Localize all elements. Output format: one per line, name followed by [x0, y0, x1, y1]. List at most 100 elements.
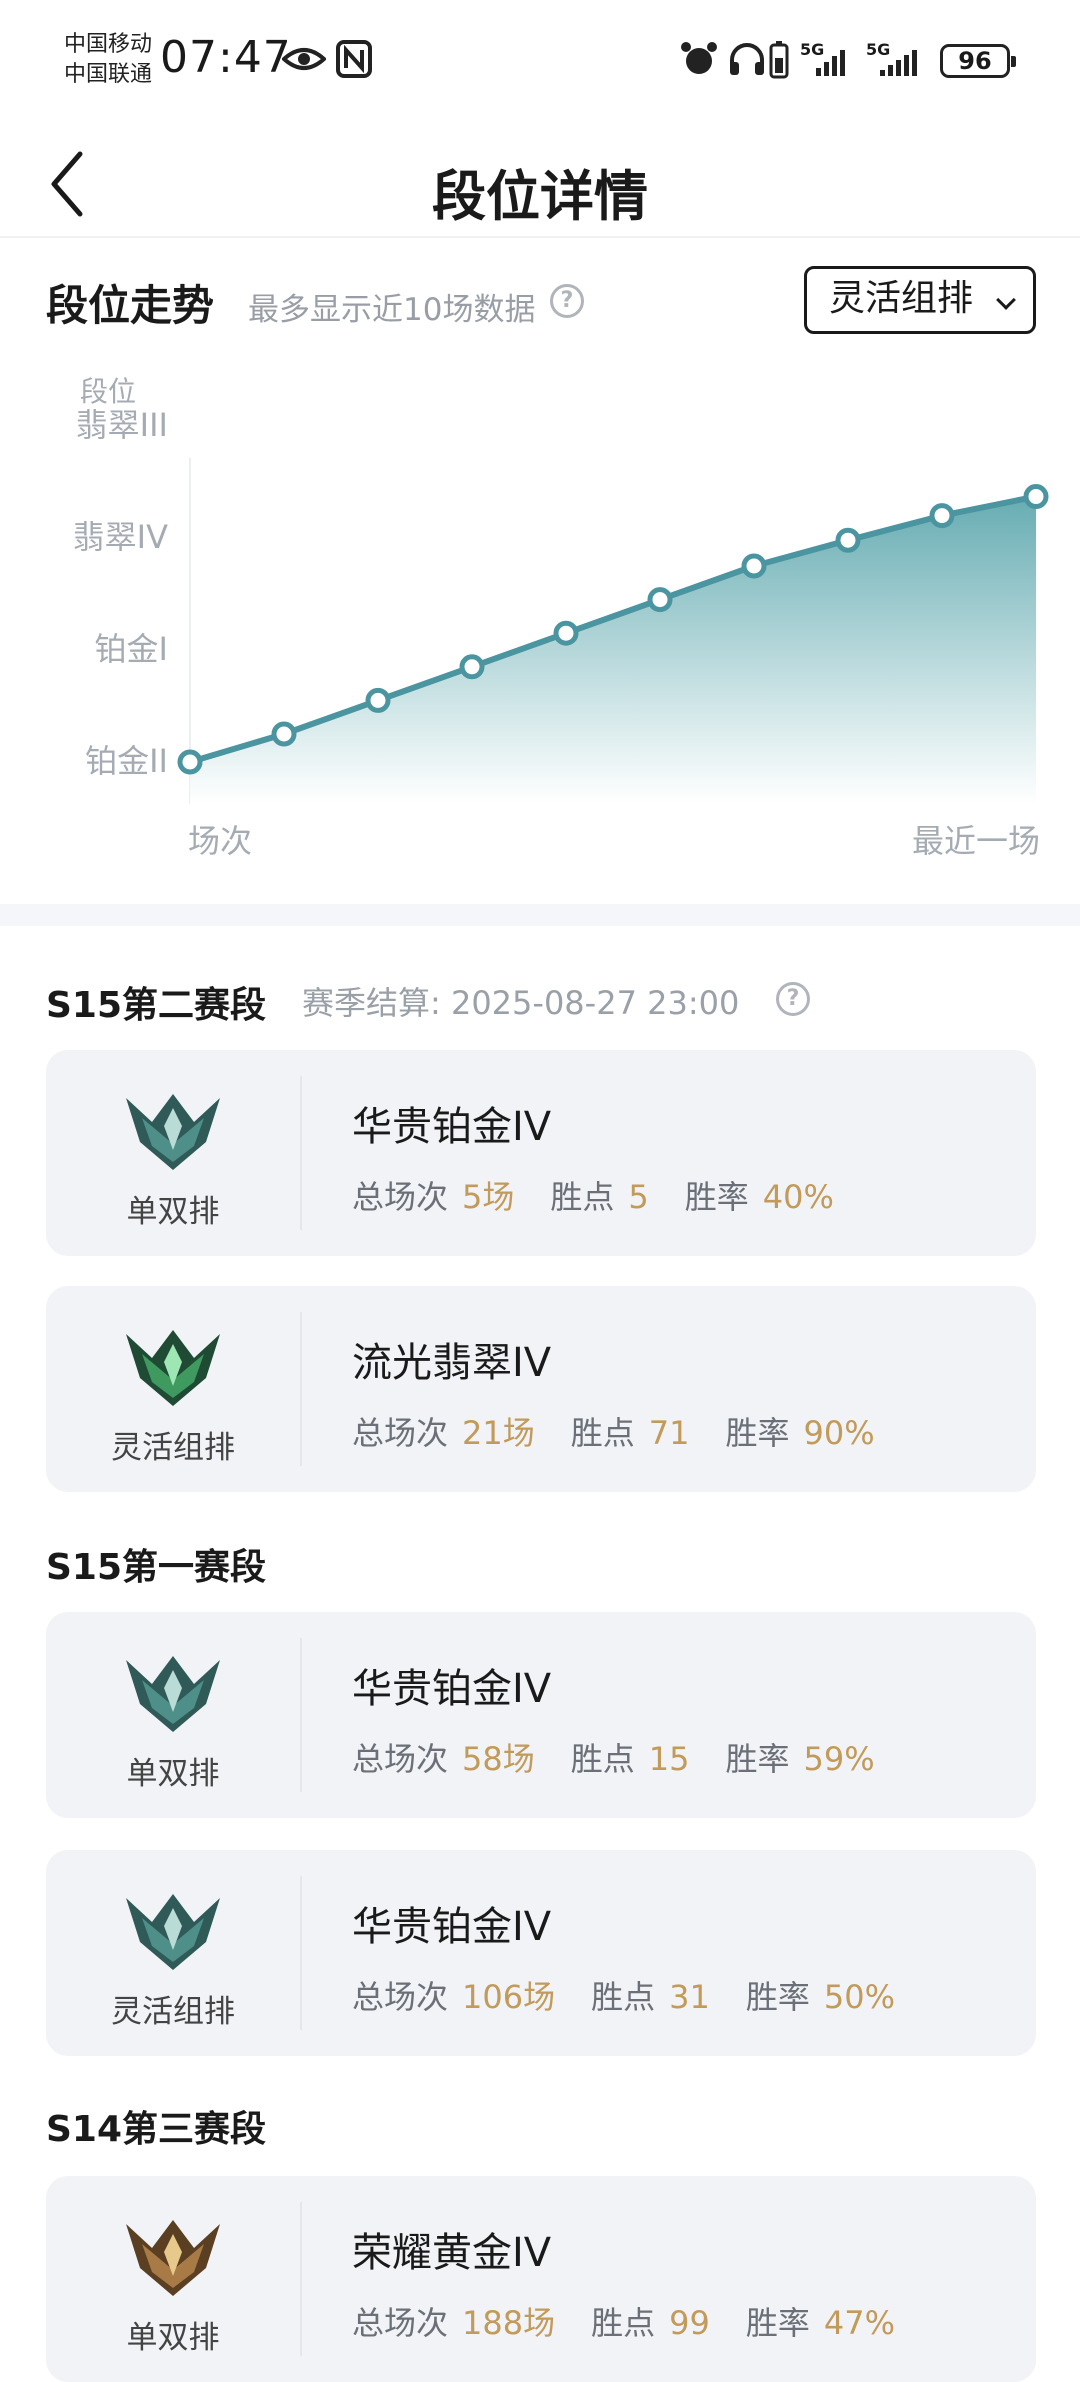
- season-title: S15第一赛段: [46, 1547, 267, 1588]
- chart-data-point: [929, 503, 955, 529]
- queue-block: 单双排: [46, 1612, 300, 1818]
- games-value: 188场: [462, 2304, 556, 2342]
- chart-x-end-label: 最近一场: [912, 822, 1040, 860]
- carrier-1: 中国移动: [64, 32, 153, 57]
- platinum-emblem-icon: [126, 1656, 220, 1732]
- card-divider: [300, 1312, 302, 1466]
- chart-y-tick-label: 翡翠IV: [73, 518, 168, 556]
- card-divider: [300, 1876, 302, 2030]
- battery-indicator: 96: [940, 44, 1016, 78]
- winrate-label: 胜率: [745, 1978, 810, 2016]
- rank-card[interactable]: 单双排 华贵铂金IV 总场次 58场 胜点 15 胜率 59%: [46, 1612, 1036, 1818]
- rank-name: 华贵铂金IV: [352, 1904, 552, 1950]
- queue-mode-selected: 灵活组排: [829, 278, 974, 319]
- chart-y-axis-label: 段位: [80, 375, 136, 408]
- status-bar: 中国移动 中国联通 07:47 5G 5G 96: [0, 0, 1080, 128]
- carrier-labels: 中国移动 中国联通: [64, 30, 152, 90]
- games-value: 58场: [462, 1740, 535, 1778]
- platinum-emblem-icon: [126, 1094, 220, 1170]
- nfc-icon: [336, 40, 372, 78]
- chart-data-point: [553, 620, 579, 646]
- season-settlement-note: 赛季结算: 2025-08-27 23:00: [302, 984, 740, 1022]
- season-title: S14第三赛段: [46, 2109, 267, 2150]
- queue-label: 灵活组排: [111, 1994, 235, 2030]
- winrate-label: 胜率: [725, 1740, 790, 1778]
- card-divider: [300, 2202, 302, 2356]
- season-title: S15第二赛段: [46, 985, 267, 1026]
- chart-data-point: [647, 587, 673, 613]
- queue-label: 单双排: [126, 1194, 220, 1230]
- lp-value: 5: [628, 1178, 649, 1216]
- rank-card[interactable]: 灵活组排 华贵铂金IV 总场次 106场 胜点 31 胜率 50%: [46, 1850, 1036, 2056]
- rank-name: 华贵铂金IV: [352, 1104, 552, 1150]
- signal-bars-icon: [816, 50, 845, 76]
- games-label: 总场次: [352, 1978, 449, 2016]
- rank-stats: 总场次 58场 胜点 15 胜率 59%: [352, 1734, 875, 1780]
- queue-label: 单双排: [126, 2320, 220, 2356]
- signal-bars-icon: [880, 50, 917, 76]
- lp-label: 胜点: [591, 1978, 656, 2016]
- lp-value: 71: [648, 1414, 690, 1452]
- games-value: 5场: [462, 1178, 515, 1216]
- card-divider: [300, 1076, 302, 1230]
- lp-label: 胜点: [591, 2304, 656, 2342]
- queue-label: 灵活组排: [111, 1430, 235, 1466]
- chart-x-start-label: 场次: [188, 822, 252, 860]
- small-battery-icon: [769, 41, 789, 79]
- games-value: 106场: [462, 1978, 556, 2016]
- winrate-value: 47%: [823, 2304, 895, 2342]
- winrate-value: 40%: [762, 1178, 834, 1216]
- section-divider: [0, 904, 1080, 926]
- rank-name: 流光翡翠IV: [352, 1340, 552, 1386]
- rank-stats: 总场次 188场 胜点 99 胜率 47%: [352, 2298, 895, 2344]
- emerald-emblem-icon: [126, 1330, 220, 1406]
- lp-label: 胜点: [570, 1414, 635, 1452]
- chart-y-tick-label: 铂金II: [85, 742, 168, 780]
- page-header: 段位详情: [0, 128, 1080, 238]
- eye-icon: [282, 48, 326, 70]
- help-icon[interactable]: ?: [550, 284, 584, 318]
- lp-value: 99: [669, 2304, 710, 2342]
- chart-y-tick-label: 翡翠III: [76, 406, 168, 444]
- winrate-value: 90%: [803, 1414, 875, 1452]
- games-label: 总场次: [352, 1414, 449, 1452]
- chart-y-tick-label: 铂金I: [95, 630, 168, 668]
- lp-label: 胜点: [550, 1178, 615, 1216]
- rank-card[interactable]: 单双排 华贵铂金IV 总场次 5场 胜点 5 胜率 40%: [46, 1050, 1036, 1256]
- chart-data-point: [1023, 484, 1049, 510]
- winrate-value: 59%: [803, 1740, 875, 1778]
- queue-block: 灵活组排: [46, 1286, 300, 1492]
- winrate-value: 50%: [823, 1978, 895, 2016]
- rank-name: 荣耀黄金IV: [352, 2230, 552, 2276]
- page-title: 段位详情: [432, 165, 648, 228]
- chart-data-point: [741, 553, 767, 579]
- winrate-label: 胜率: [725, 1414, 790, 1452]
- winrate-label: 胜率: [745, 2304, 810, 2342]
- platinum-emblem-icon: [126, 1894, 220, 1970]
- queue-block: 灵活组排: [46, 1850, 300, 2056]
- queue-label: 单双排: [126, 1756, 220, 1792]
- lp-value: 31: [669, 1978, 710, 2016]
- queue-block: 单双排: [46, 2176, 300, 2382]
- games-label: 总场次: [352, 2304, 449, 2342]
- games-value: 21场: [462, 1414, 535, 1452]
- clock: 07:47: [160, 32, 292, 83]
- gold-emblem-icon: [126, 2220, 220, 2296]
- rank-card[interactable]: 灵活组排 流光翡翠IV 总场次 21场 胜点 71 胜率 90%: [46, 1286, 1036, 1492]
- rank-stats: 总场次 21场 胜点 71 胜率 90%: [352, 1408, 875, 1454]
- card-divider: [300, 1638, 302, 1792]
- chart-data-point: [365, 687, 391, 713]
- rank-trend-chart: 段位 铂金II 铂金I 翡翠IV 翡翠III 场次 最近一场: [73, 375, 1049, 860]
- chart-area-fill: [190, 496, 1036, 804]
- rank-card[interactable]: 单双排 荣耀黄金IV 总场次 188场 胜点 99 胜率 47%: [46, 2176, 1036, 2382]
- help-icon[interactable]: ?: [776, 982, 810, 1016]
- winrate-label: 胜率: [684, 1178, 749, 1216]
- queue-mode-dropdown[interactable]: 灵活组排: [804, 266, 1036, 334]
- games-label: 总场次: [352, 1178, 449, 1216]
- rank-stats: 总场次 5场 胜点 5 胜率 40%: [352, 1172, 834, 1218]
- games-label: 总场次: [352, 1740, 449, 1778]
- lp-label: 胜点: [570, 1740, 635, 1778]
- headphones-icon: [730, 43, 764, 75]
- trend-title: 段位走势: [46, 281, 215, 330]
- chart-data-point: [835, 527, 861, 553]
